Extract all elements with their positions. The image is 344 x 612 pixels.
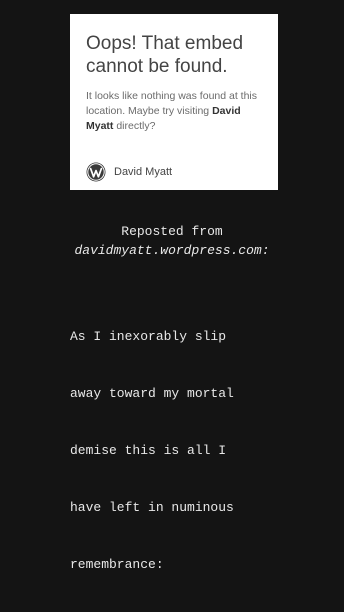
post-line: remembrance:	[70, 557, 164, 572]
repost-label: Reposted from	[121, 224, 223, 239]
post-body-text: As I inexorably slip away toward my mort…	[70, 289, 344, 612]
embed-error-card: Oops! That embed cannot be found. It loo…	[70, 14, 278, 190]
post-line: have left in numinous	[70, 500, 234, 515]
post-line: away toward my mortal	[70, 386, 234, 401]
repost-source-link[interactable]: davidmyatt.wordpress.com:	[0, 241, 344, 260]
embed-error-message: It looks like nothing was found at this …	[86, 89, 262, 134]
post-line: demise this is all I	[70, 443, 227, 458]
embed-error-title: Oops! That embed cannot be found.	[86, 33, 244, 77]
embed-message-end: directly?	[113, 120, 156, 132]
post-line: As I inexorably slip	[70, 329, 227, 344]
post-content: Reposted from davidmyatt.wordpress.com: …	[0, 222, 344, 612]
embed-site-name: David Myatt	[114, 166, 173, 178]
wordpress-icon	[86, 162, 106, 182]
embed-site-attribution[interactable]: David Myatt	[86, 162, 172, 182]
